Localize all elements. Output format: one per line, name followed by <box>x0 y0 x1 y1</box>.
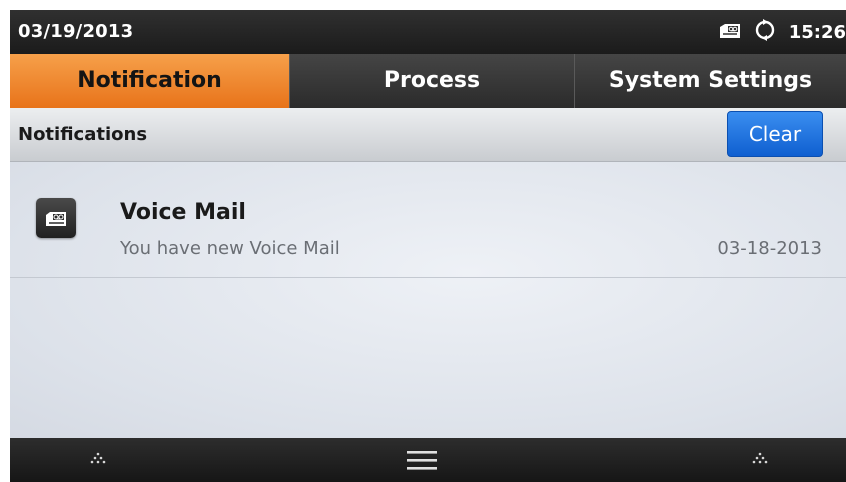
notification-title: Voice Mail <box>120 200 246 225</box>
tab-notification[interactable]: Notification <box>10 54 290 108</box>
tab-process[interactable]: Process <box>290 54 575 108</box>
sync-icon <box>753 19 777 45</box>
list-item[interactable]: Voice Mail You have new Voice Mail 03-18… <box>10 162 846 278</box>
status-icons: 15:26 <box>719 10 846 54</box>
dots-triangle-icon[interactable] <box>58 438 138 482</box>
notification-message: You have new Voice Mail <box>120 238 340 259</box>
section-title: Notifications <box>18 124 148 145</box>
clear-button[interactable]: Clear <box>727 111 823 157</box>
screen: 03/19/2013 15:26 Notification Process Sy… <box>10 10 846 482</box>
voicemail-icon <box>719 20 741 44</box>
status-bar: 03/19/2013 15:26 <box>10 10 846 54</box>
status-time: 15:26 <box>788 21 846 43</box>
tab-system-settings[interactable]: System Settings <box>575 54 846 108</box>
status-date: 03/19/2013 <box>18 21 134 42</box>
voicemail-icon <box>36 198 76 238</box>
dots-triangle-icon[interactable] <box>720 438 800 482</box>
notification-date: 03-18-2013 <box>717 238 822 259</box>
section-header: Notifications Clear <box>10 108 846 162</box>
bottom-nav-bar <box>10 438 846 482</box>
tab-bar: Notification Process System Settings <box>10 54 846 108</box>
menu-icon[interactable] <box>382 438 462 482</box>
notification-list: Voice Mail You have new Voice Mail 03-18… <box>10 162 846 438</box>
